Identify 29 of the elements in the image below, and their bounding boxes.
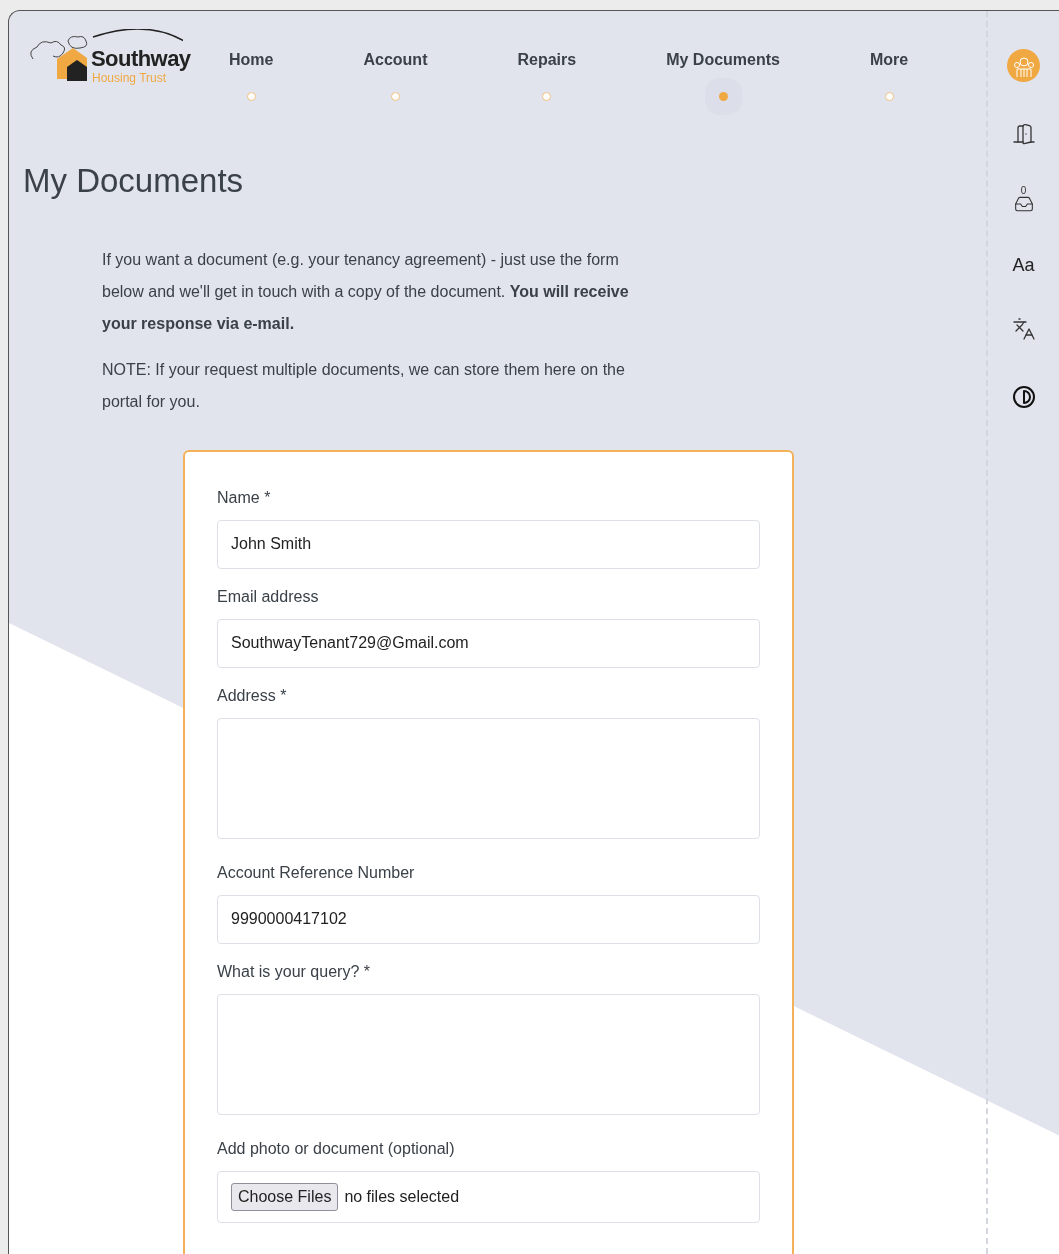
field-label: Address * [217, 685, 288, 706]
intro-paragraph: If you want a document (e.g. your tenancy agreement) - just use the form below and we'll get in touch with a copy of the document. You will receive your response via e-mail. [102, 249, 630, 334]
intro-paragraph: NOTE: If your request multiple documents, we can store them here on the portal for you. [102, 359, 626, 412]
text-size-button[interactable]: Aa [1012, 252, 1035, 279]
nav-tab[interactable]: Repairs [517, 48, 577, 101]
inbox-button[interactable]: 0 [1011, 186, 1036, 214]
translate-icon[interactable] [1011, 317, 1036, 341]
field-label: Account Reference Number [217, 862, 416, 883]
nav-tab[interactable]: More [869, 48, 909, 101]
field-label: Name * [217, 487, 272, 508]
file-field[interactable]: Choose Files no files selected [217, 1170, 760, 1223]
field-label: Email address [217, 586, 320, 607]
input-field[interactable]: John Smith [217, 519, 760, 569]
file-status: no files selected [344, 1186, 460, 1207]
logo-name: Southway [91, 48, 191, 70]
field-label: Add photo or document (optional) [217, 1138, 456, 1159]
inbox-count: 0 [1020, 186, 1027, 196]
contrast-icon[interactable] [1011, 385, 1036, 409]
page-title: My Documents [23, 161, 245, 201]
logo-tagline: Housing Trust [92, 72, 167, 84]
field-label: What is your query? * [217, 961, 371, 982]
logo[interactable]: Southway Housing Trust [23, 29, 191, 89]
input-field[interactable]: 9990000417102 [217, 894, 760, 944]
logout-icon[interactable] [1011, 122, 1036, 146]
nav-tab[interactable]: Account [363, 48, 428, 101]
nav-tab[interactable]: My Documents [666, 48, 780, 101]
input-field[interactable]: SouthwayTenant729@Gmail.com [217, 618, 760, 668]
choose-files-button[interactable]: Choose Files [231, 1182, 339, 1211]
nav-tab[interactable]: Home [229, 48, 274, 101]
